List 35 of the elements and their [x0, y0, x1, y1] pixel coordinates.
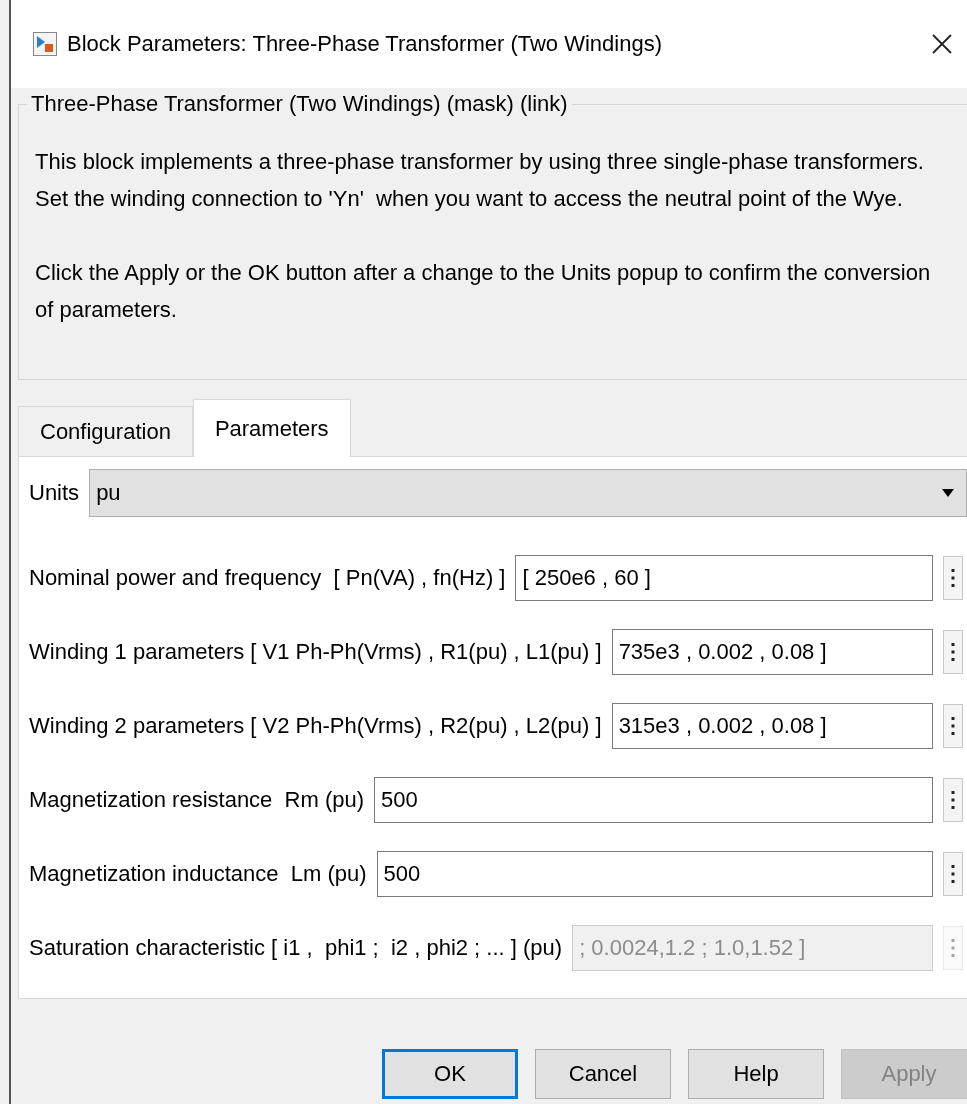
more-options-button[interactable] [943, 704, 963, 748]
more-options-button[interactable] [943, 778, 963, 822]
dropdown-arrow-icon [942, 489, 954, 497]
tab[interactable]: Configuration [18, 406, 193, 456]
parameter-label: Magnetization resistance Rm (pu) [29, 787, 365, 813]
parameter-field[interactable]: 500 [374, 777, 933, 823]
vertical-dots-icon [951, 864, 955, 884]
units-dropdown[interactable]: pu [89, 469, 967, 517]
parameter-label: Saturation characteristic [ i1 , phi1 ; i2 , phi2 ; ... ] (pu) [29, 935, 563, 961]
vertical-dots-icon [951, 716, 955, 736]
vertical-dots-icon [951, 790, 955, 810]
window-title: Block Parameters: Three-Phase Transformer (Two Windings) [67, 31, 664, 57]
dialog-button[interactable]: OK [382, 1049, 518, 1099]
dialog-button[interactable]: Cancel [535, 1049, 671, 1099]
more-options-button[interactable] [943, 852, 963, 896]
dialog-button[interactable]: Help [688, 1049, 824, 1099]
more-options-button[interactable] [943, 556, 963, 600]
parameter-field[interactable]: 315e3 , 0.002 , 0.08 ] [611, 703, 933, 749]
parameter-label: Units [29, 480, 80, 506]
vertical-dots-icon [951, 568, 955, 588]
block-icon [33, 32, 57, 56]
parameter-field[interactable]: 735e3 , 0.002 , 0.08 ] [611, 629, 933, 675]
parameter-label: Nominal power and frequency [ Pn(VA) , fn(Hz) ] [29, 565, 506, 591]
parameter-label: Magnetization inductance Lm (pu) [29, 861, 367, 887]
vertical-dots-icon [951, 642, 955, 662]
description-text: This block implements a three-phase transformer by using three single-phase transformers. Set the winding connection to 'Yn' when you want to access the neutral point of the Wye. [35, 148, 925, 213]
more-options-button[interactable] [943, 630, 963, 674]
parameter-field[interactable]: 500 [376, 851, 933, 897]
description-text: Click the Apply or the OK button after a change to the Units popup to confirm the conversion of parameters. [35, 259, 932, 324]
vertical-dots-icon [951, 938, 955, 958]
parameter-label: Winding 1 parameters [ V1 Ph-Ph(Vrms) , R1(pu) , L1(pu) ] [29, 639, 602, 665]
close-icon[interactable] [931, 33, 953, 55]
tab[interactable]: Parameters [192, 399, 351, 457]
parameter-field[interactable]: [ 250e6 , 60 ] [515, 555, 933, 601]
parameter-label: Winding 2 parameters [ V2 Ph-Ph(Vrms) , R2(pu) , L2(pu) ] [29, 713, 602, 739]
